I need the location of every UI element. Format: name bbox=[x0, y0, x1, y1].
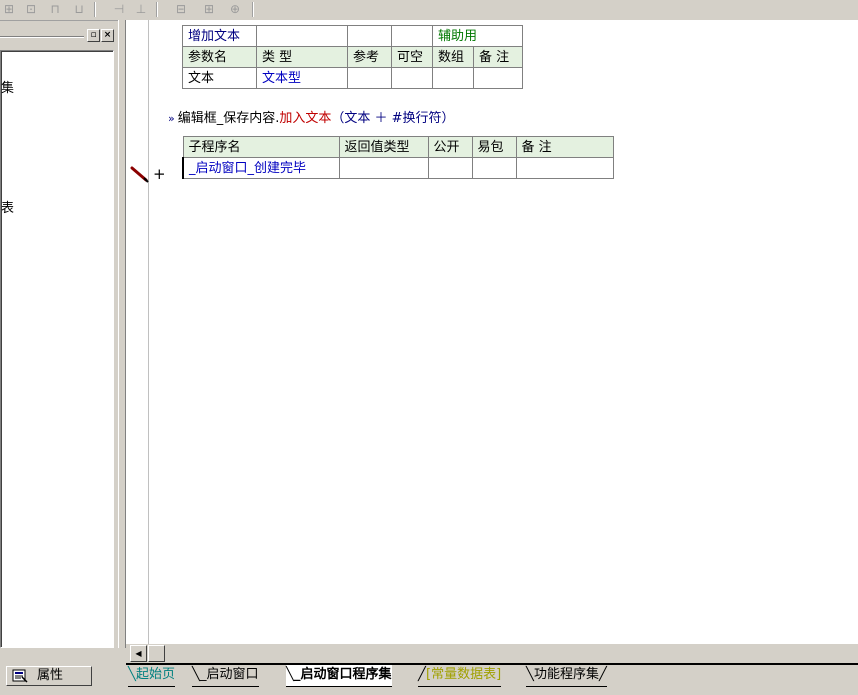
column-header: 备 注 bbox=[473, 46, 523, 68]
code-args: （文本 ＋ #换行符） bbox=[331, 111, 455, 126]
tab-start-page[interactable]: ╲起始页 bbox=[128, 665, 176, 687]
column-header: 类 型 bbox=[256, 46, 348, 68]
table-cell[interactable] bbox=[391, 25, 433, 47]
toolbar-separator bbox=[94, 2, 96, 17]
subroutine-table: 子程序名 返回值类型 公开 易包 备 注 _启动窗口_创建完毕 bbox=[182, 136, 614, 179]
table-cell[interactable]: 增加文本 bbox=[182, 25, 257, 47]
center-vertical-icon[interactable]: ⊞ bbox=[200, 1, 218, 18]
pen-icon bbox=[130, 166, 149, 183]
tab-startup-window-assembly[interactable]: ╲_启动窗口程序集 bbox=[286, 665, 392, 687]
equal-width-icon[interactable]: ⊣ bbox=[110, 1, 128, 18]
document-tab-bar: ╲起始页 ╲_启动窗口 ╲_启动窗口程序集 ╱[常量数据表] ╲功能程序集╱ bbox=[126, 663, 858, 689]
table-cell[interactable] bbox=[432, 67, 474, 89]
properties-icon bbox=[12, 669, 28, 683]
column-header: 易包 bbox=[471, 136, 517, 158]
tab-function-assembly[interactable]: ╲功能程序集╱ bbox=[526, 665, 608, 687]
editor-gutter bbox=[126, 20, 149, 644]
scroll-thumb[interactable] bbox=[148, 645, 165, 662]
bottom-bar: 属性 ╲起始页 ╲_启动窗口 ╲_启动窗口程序集 ╱[常量数据表] ╲功能程序集… bbox=[0, 663, 858, 695]
table-cell[interactable] bbox=[347, 25, 392, 47]
tab-label: _启动窗口 bbox=[200, 667, 259, 682]
column-header: 子程序名 bbox=[182, 136, 340, 158]
column-header: 可空 bbox=[391, 46, 433, 68]
panel-title-bar: ▫ × bbox=[0, 26, 114, 42]
subroutine-name-cell[interactable]: _启动窗口_创建完毕 bbox=[182, 157, 340, 179]
table-cell[interactable]: 辅助用 bbox=[432, 25, 523, 47]
tab-constant-data-table[interactable]: ╱[常量数据表] bbox=[418, 665, 502, 687]
column-header: 公开 bbox=[427, 136, 473, 158]
table-cell[interactable] bbox=[471, 157, 517, 179]
table-cell[interactable]: 文本型 bbox=[256, 67, 348, 89]
table-row: 文本 文本型 bbox=[182, 67, 523, 89]
panel-splitter[interactable] bbox=[118, 20, 126, 648]
scroll-left-icon[interactable]: ◀ bbox=[130, 645, 147, 662]
align-bottom-icon[interactable]: ⊔ bbox=[70, 1, 88, 18]
table-cell[interactable] bbox=[427, 157, 473, 179]
table-row: _启动窗口_创建完毕 bbox=[182, 157, 614, 179]
properties-button[interactable]: 属性 bbox=[6, 666, 92, 686]
toolbar-separator bbox=[252, 2, 254, 17]
properties-label: 属性 bbox=[37, 668, 64, 683]
code-method: 加入文本 bbox=[279, 111, 332, 126]
table-cell[interactable] bbox=[338, 157, 429, 179]
code-object: 编辑框_保存内容. bbox=[177, 111, 280, 126]
table-cell[interactable] bbox=[391, 67, 433, 89]
close-icon[interactable]: × bbox=[101, 29, 114, 42]
align-top-icon[interactable]: ⊓ bbox=[46, 1, 64, 18]
table-header-row: 参数名 类 型 参考 可空 数组 备 注 bbox=[182, 46, 523, 68]
maximize-icon[interactable]: ▫ bbox=[87, 29, 100, 42]
expand-icon[interactable]: + bbox=[153, 165, 166, 183]
tab-startup-window[interactable]: ╲_启动窗口 bbox=[192, 665, 259, 687]
align-center-icon[interactable]: ⊞ bbox=[0, 1, 18, 18]
tree-item-label[interactable]: 表 bbox=[1, 197, 14, 216]
alignment-toolbar: ⊞ ⊡ ⊓ ⊔ ⊣ ⊥ ⊟ ⊞ ⊕ bbox=[0, 0, 858, 21]
toolbar-separator bbox=[156, 2, 158, 17]
center-horizontal-icon[interactable]: ⊟ bbox=[172, 1, 190, 18]
param-table: 增加文本 辅助用 参数名 类 型 参考 可空 数组 备 注 文本 文本型 bbox=[182, 25, 523, 89]
panel-grip[interactable] bbox=[0, 36, 84, 38]
tab-label: 功能程序集 bbox=[534, 667, 600, 682]
horizontal-scrollbar[interactable]: ◀ bbox=[126, 644, 858, 663]
left-panel: ▫ × 集 表 bbox=[0, 22, 118, 648]
table-row: 增加文本 辅助用 bbox=[182, 25, 523, 47]
equal-height-icon[interactable]: ⊥ bbox=[132, 1, 150, 18]
tab-label: 起始页 bbox=[136, 667, 176, 682]
align-middle-icon[interactable]: ⊡ bbox=[22, 1, 40, 18]
table-cell[interactable] bbox=[473, 67, 523, 89]
table-cell[interactable] bbox=[256, 25, 348, 47]
column-header: 数组 bbox=[432, 46, 474, 68]
table-cell[interactable]: 文本 bbox=[182, 67, 257, 89]
code-editor[interactable]: 增加文本 辅助用 参数名 类 型 参考 可空 数组 备 注 文本 文本型 » 编辑… bbox=[126, 20, 858, 644]
project-tree[interactable]: 集 表 bbox=[0, 50, 114, 648]
table-cell[interactable] bbox=[515, 157, 614, 179]
tab-label: [常量数据表] bbox=[426, 667, 502, 682]
flow-arrow-icon: » bbox=[168, 112, 175, 125]
column-header: 返回值类型 bbox=[338, 136, 429, 158]
tree-item-label[interactable]: 集 bbox=[1, 77, 14, 96]
center-both-icon[interactable]: ⊕ bbox=[226, 1, 244, 18]
column-header: 备 注 bbox=[515, 136, 614, 158]
code-line[interactable]: » 编辑框_保存内容.加入文本（文本 ＋ #换行符） bbox=[168, 107, 455, 126]
column-header: 参考 bbox=[347, 46, 392, 68]
table-header-row: 子程序名 返回值类型 公开 易包 备 注 bbox=[182, 136, 614, 158]
column-header: 参数名 bbox=[182, 46, 257, 68]
table-cell[interactable] bbox=[347, 67, 392, 89]
tab-label: _启动窗口程序集 bbox=[294, 667, 392, 682]
